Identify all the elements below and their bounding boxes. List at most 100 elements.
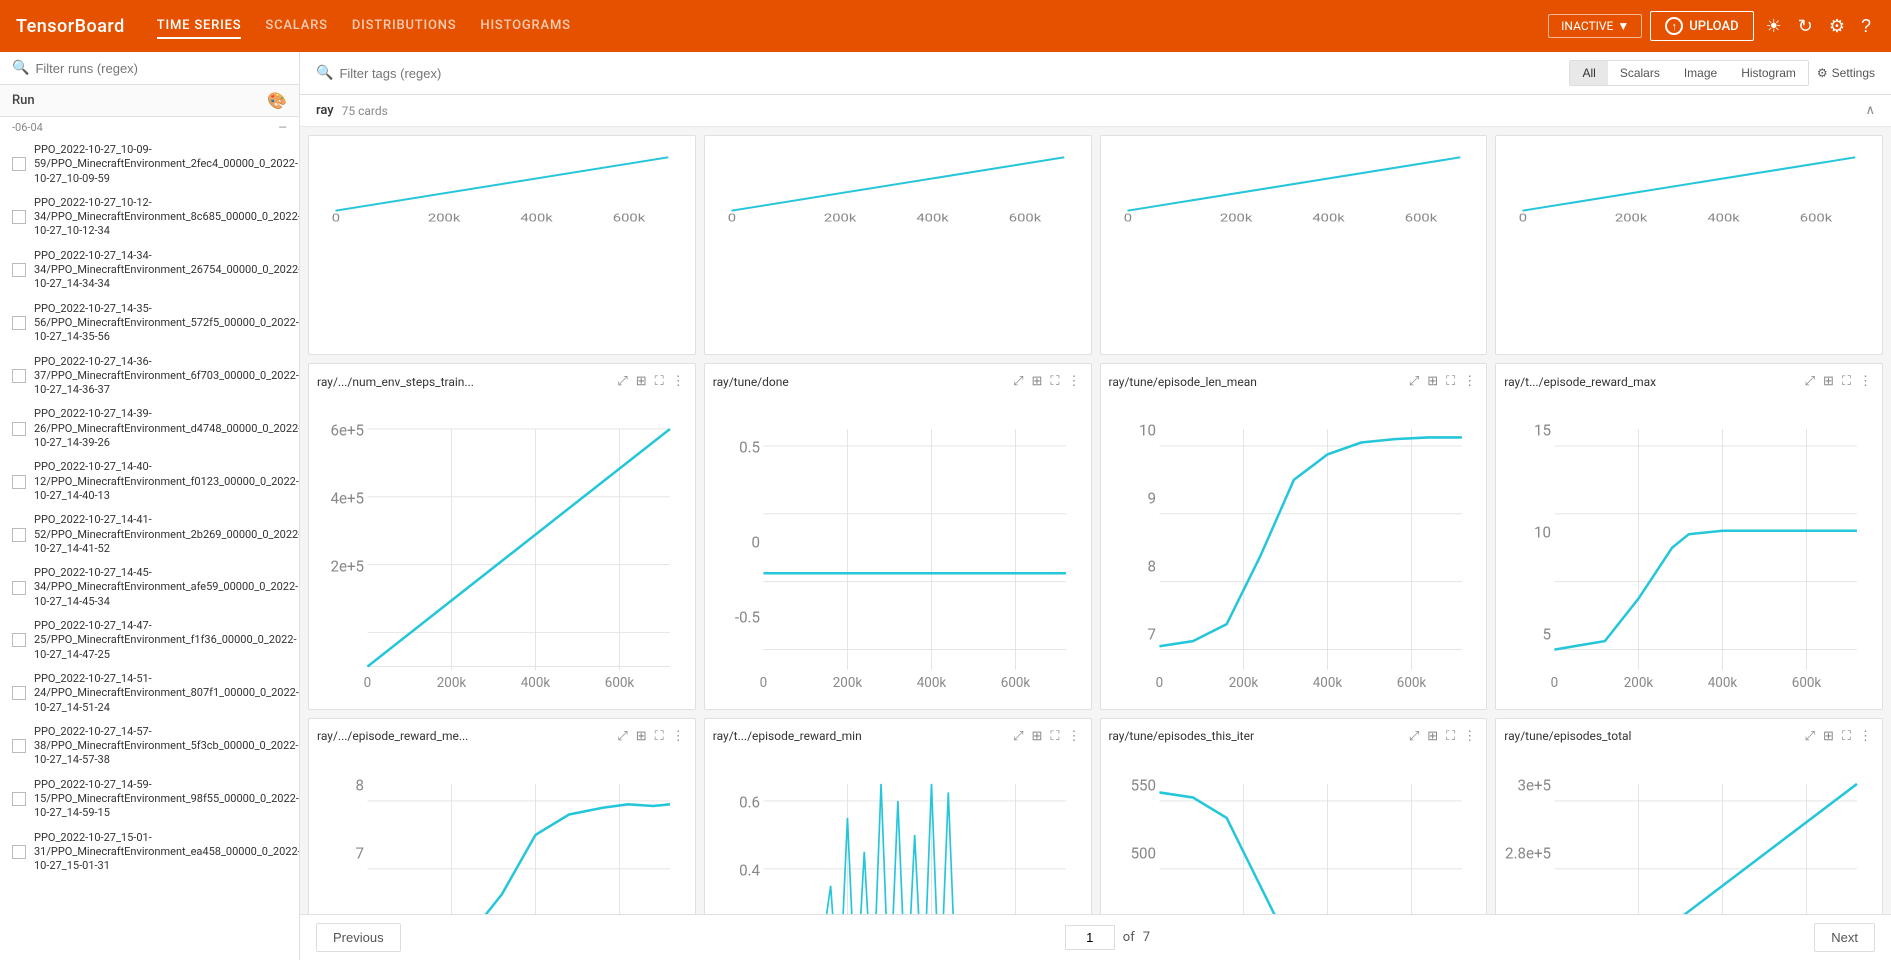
run-name-10: PPO_2022-10-27_14-51-24/PPO_MinecraftEnv… — [34, 672, 299, 715]
chart-expand-icon-3[interactable]: ⤢ — [1407, 372, 1421, 391]
next-button[interactable]: Next — [1814, 923, 1875, 952]
upload-button[interactable]: ↑ UPLOAD — [1650, 11, 1753, 41]
sidebar-search-input[interactable] — [35, 61, 287, 76]
run-item-5[interactable]: PPO_2022-10-27_14-39-26/PPO_MinecraftEnv… — [0, 402, 299, 455]
run-item-0[interactable]: PPO_2022-10-27_10-09-59/PPO_MinecraftEnv… — [0, 138, 299, 191]
chart-card-8: ray/tune/episodes_total ⤢ ⊞ ⛶ ⋮ — [1495, 718, 1883, 914]
run-item-10[interactable]: PPO_2022-10-27_14-51-24/PPO_MinecraftEnv… — [0, 667, 299, 720]
chart-expand-icon-4[interactable]: ⤢ — [1803, 372, 1817, 391]
svg-text:400k: 400k — [917, 675, 947, 691]
run-checkbox-3[interactable] — [12, 316, 26, 330]
run-checkbox-12[interactable] — [12, 792, 26, 806]
run-checkbox-6[interactable] — [12, 475, 26, 489]
run-checkbox-1[interactable] — [12, 210, 26, 224]
run-checkbox-13[interactable] — [12, 845, 26, 859]
help-button[interactable]: ? — [1857, 12, 1875, 41]
chart-pin-icon-4[interactable]: ⊞ — [1821, 372, 1836, 391]
svg-text:0.4: 0.4 — [739, 861, 760, 879]
run-item-8[interactable]: PPO_2022-10-27_14-45-34/PPO_MinecraftEnv… — [0, 561, 299, 614]
chart-fullscreen-icon-6[interactable]: ⛶ — [1048, 727, 1061, 746]
chart-expand-icon-7[interactable]: ⤢ — [1407, 727, 1421, 746]
run-item-3[interactable]: PPO_2022-10-27_14-35-56/PPO_MinecraftEnv… — [0, 297, 299, 350]
svg-text:15: 15 — [1534, 422, 1551, 440]
main-layout: 🔍 Run 🎨 -06-04 — PPO_2022-10-27_10-09-59… — [0, 52, 1891, 960]
tag-search-input[interactable] — [339, 66, 515, 81]
upload-icon: ↑ — [1665, 17, 1683, 35]
page-number-input[interactable] — [1065, 925, 1115, 950]
content-settings-button[interactable]: ⚙ Settings — [1817, 66, 1875, 80]
tab-time-series[interactable]: TIME SERIES — [157, 14, 242, 39]
chart-menu-icon-5[interactable]: ⋮ — [670, 727, 687, 746]
theme-toggle-button[interactable]: ☀ — [1762, 12, 1786, 41]
chart-menu-icon-2[interactable]: ⋮ — [1066, 372, 1083, 391]
chart-menu-icon-8[interactable]: ⋮ — [1857, 727, 1874, 746]
run-checkbox-2[interactable] — [12, 263, 26, 277]
run-name-7: PPO_2022-10-27_14-41-52/PPO_MinecraftEnv… — [34, 513, 299, 556]
run-item-12[interactable]: PPO_2022-10-27_14-59-15/PPO_MinecraftEnv… — [0, 773, 299, 826]
run-item-11[interactable]: PPO_2022-10-27_14-57-38/PPO_MinecraftEnv… — [0, 720, 299, 773]
tab-histograms[interactable]: HISTOGRAMS — [480, 14, 570, 39]
run-item-2[interactable]: PPO_2022-10-27_14-34-34/PPO_MinecraftEnv… — [0, 244, 299, 297]
tab-scalars[interactable]: SCALARS — [265, 14, 327, 39]
run-checkbox-7[interactable] — [12, 528, 26, 542]
chart-fullscreen-icon[interactable]: ⛶ — [653, 372, 666, 391]
chart-pin-icon-5[interactable]: ⊞ — [634, 727, 649, 746]
run-item-1[interactable]: PPO_2022-10-27_10-12-34/PPO_MinecraftEnv… — [0, 191, 299, 244]
chart-fullscreen-icon-3[interactable]: ⛶ — [1444, 372, 1457, 391]
filter-scalars-button[interactable]: Scalars — [1608, 61, 1672, 85]
chart-fullscreen-icon-2[interactable]: ⛶ — [1048, 372, 1061, 391]
chart-expand-icon-6[interactable]: ⤢ — [1011, 727, 1025, 746]
run-checkbox-4[interactable] — [12, 369, 26, 383]
svg-text:200k: 200k — [1228, 675, 1258, 691]
chart-4-title: ray/t.../episode_reward_max — [1504, 375, 1798, 389]
chart-fullscreen-icon-8[interactable]: ⛶ — [1840, 727, 1853, 746]
run-checkbox-5[interactable] — [12, 422, 26, 436]
chart-expand-icon-8[interactable]: ⤢ — [1803, 727, 1817, 746]
run-item-6[interactable]: PPO_2022-10-27_14-40-12/PPO_MinecraftEnv… — [0, 455, 299, 508]
chart-menu-icon-6[interactable]: ⋮ — [1066, 727, 1083, 746]
chart-pin-icon-7[interactable]: ⊞ — [1425, 727, 1440, 746]
chart-expand-icon[interactable]: ⤢ — [615, 372, 629, 391]
refresh-button[interactable]: ↻ — [1794, 12, 1817, 41]
chart-fullscreen-icon-4[interactable]: ⛶ — [1840, 372, 1853, 391]
chart-menu-icon-4[interactable]: ⋮ — [1857, 372, 1874, 391]
settings-button[interactable]: ⚙ — [1825, 12, 1849, 41]
chart-1-title: ray/.../num_env_steps_train... — [317, 375, 611, 389]
chart-fullscreen-icon-7[interactable]: ⛶ — [1444, 727, 1457, 746]
chart-menu-icon-3[interactable]: ⋮ — [1461, 372, 1478, 391]
run-item-9[interactable]: PPO_2022-10-27_14-47-25/PPO_MinecraftEnv… — [0, 614, 299, 667]
svg-text:0: 0 — [759, 675, 767, 691]
run-checkbox-11[interactable] — [12, 739, 26, 753]
filter-image-button[interactable]: Image — [1672, 61, 1729, 85]
run-item-13[interactable]: PPO_2022-10-27_15-01-31/PPO_MinecraftEnv… — [0, 826, 299, 879]
chart-pin-icon-6[interactable]: ⊞ — [1029, 727, 1044, 746]
run-checkbox-10[interactable] — [12, 686, 26, 700]
svg-text:400k: 400k — [1708, 212, 1741, 224]
chart-expand-icon-5[interactable]: ⤢ — [615, 727, 629, 746]
chart-pin-icon-3[interactable]: ⊞ — [1425, 372, 1440, 391]
chart-pin-icon-2[interactable]: ⊞ — [1029, 372, 1044, 391]
run-checkbox-0[interactable] — [12, 157, 26, 171]
run-item-7[interactable]: PPO_2022-10-27_14-41-52/PPO_MinecraftEnv… — [0, 508, 299, 561]
run-checkbox-8[interactable] — [12, 581, 26, 595]
sidebar-list: PPO_2022-10-27_10-09-59/PPO_MinecraftEnv… — [0, 138, 299, 960]
chart-6-title: ray/t.../episode_reward_min — [713, 729, 1007, 743]
status-badge[interactable]: INACTIVE ▼ — [1548, 14, 1642, 38]
tab-distributions[interactable]: DISTRIBUTIONS — [352, 14, 457, 39]
filter-histogram-button[interactable]: Histogram — [1729, 61, 1808, 85]
palette-icon[interactable]: 🎨 — [267, 91, 287, 110]
settings-label: Settings — [1832, 66, 1875, 80]
chart-expand-icon-2[interactable]: ⤢ — [1011, 372, 1025, 391]
run-checkbox-9[interactable] — [12, 633, 26, 647]
filter-all-button[interactable]: All — [1570, 61, 1607, 85]
chart-menu-icon[interactable]: ⋮ — [670, 372, 687, 391]
collapse-icon[interactable]: ∧ — [1865, 103, 1875, 118]
previous-button[interactable]: Previous — [316, 923, 401, 952]
chart-menu-icon-7[interactable]: ⋮ — [1461, 727, 1478, 746]
chart-pin-icon-8[interactable]: ⊞ — [1821, 727, 1836, 746]
chart-8-body: 3e+5 2.8e+5 2.6e+5 2.4e+5 0 200k 400k 60… — [1504, 750, 1874, 914]
run-item-4[interactable]: PPO_2022-10-27_14-36-37/PPO_MinecraftEnv… — [0, 350, 299, 403]
ray-name: ray — [316, 103, 334, 118]
chart-fullscreen-icon-5[interactable]: ⛶ — [653, 727, 666, 746]
chart-pin-icon[interactable]: ⊞ — [634, 372, 649, 391]
